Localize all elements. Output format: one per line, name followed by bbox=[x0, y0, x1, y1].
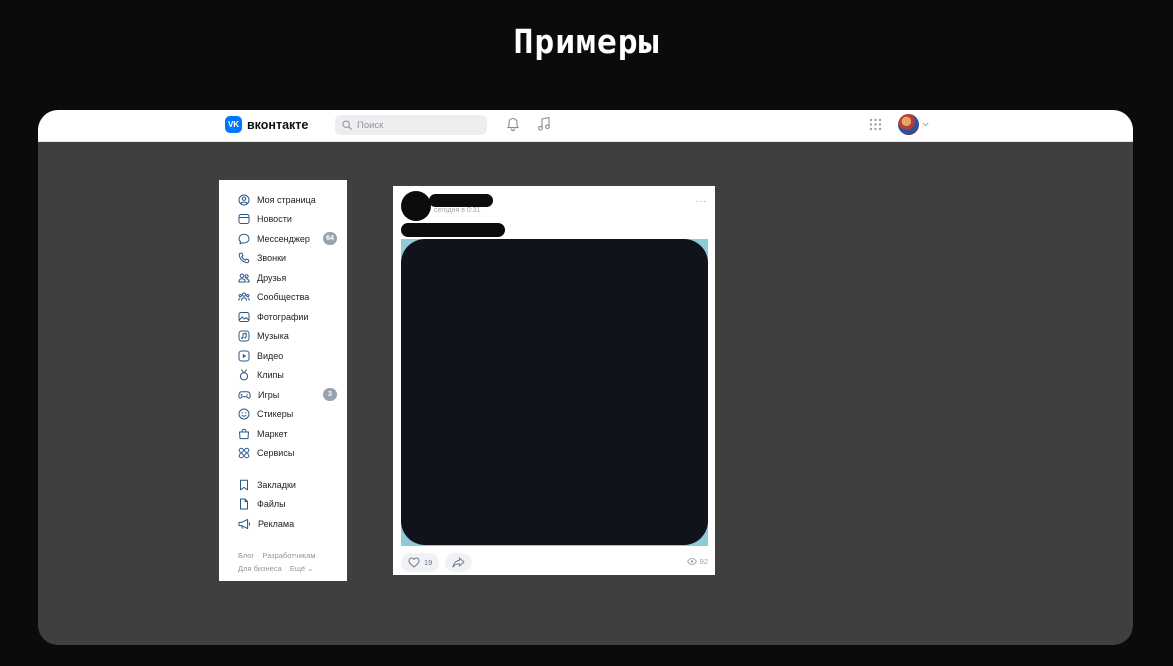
menu-item-files[interactable]: Файлы bbox=[219, 495, 347, 514]
avatar bbox=[898, 114, 919, 135]
file-icon bbox=[240, 498, 248, 510]
notifications-button[interactable] bbox=[506, 117, 520, 132]
clips-icon bbox=[239, 369, 249, 381]
share-icon bbox=[452, 557, 465, 568]
vk-logo-text: вконтакте bbox=[247, 117, 309, 132]
vk-logo-icon: VK bbox=[225, 116, 242, 133]
bookmark-icon bbox=[240, 479, 248, 490]
menu-label: Клипы bbox=[257, 370, 284, 380]
music-note-icon bbox=[538, 116, 550, 131]
games-badge: 3 bbox=[323, 388, 337, 401]
share-button[interactable] bbox=[445, 553, 472, 572]
menu-label: Видео bbox=[257, 350, 284, 361]
footer-link-more[interactable]: Ещё ⌄ bbox=[290, 564, 314, 573]
post-options-button[interactable]: ··· bbox=[696, 197, 708, 207]
menu-item-photos[interactable]: Фотографии bbox=[219, 307, 347, 326]
menu-label: Игры bbox=[258, 389, 280, 400]
redacted-post-text bbox=[401, 223, 505, 237]
search-input[interactable] bbox=[357, 119, 477, 131]
post-author-avatar[interactable] bbox=[401, 191, 431, 221]
menu-item-friends[interactable]: Друзья bbox=[219, 268, 347, 287]
menu-label: Стикеры bbox=[257, 409, 294, 419]
vk-logo[interactable]: VK вконтакте bbox=[225, 116, 308, 133]
music-icon bbox=[238, 330, 250, 342]
menu-item-market[interactable]: Маркет bbox=[219, 424, 347, 443]
menu-item-bookmarks[interactable]: Закладки bbox=[219, 475, 347, 494]
menu-item-communities[interactable]: Сообщества bbox=[219, 288, 347, 307]
like-button[interactable]: 19 bbox=[401, 553, 440, 572]
phone-icon bbox=[238, 252, 250, 264]
video-icon bbox=[238, 350, 250, 361]
browser-window: VK вконтакте Поиск Моя страница Новости … bbox=[38, 110, 1133, 645]
music-player-button[interactable] bbox=[537, 116, 551, 132]
footer-links-row-1: Блог Разработчикам bbox=[238, 551, 322, 560]
menu-item-news[interactable]: Новости bbox=[219, 210, 347, 229]
menu-item-clips[interactable]: Клипы bbox=[219, 366, 347, 385]
menu-item-video[interactable]: Видео bbox=[219, 346, 347, 365]
menu-label: Файлы bbox=[257, 499, 286, 509]
menu-label: Фотографии bbox=[257, 311, 309, 322]
redacted-image-overlay bbox=[401, 239, 708, 545]
views-indicator: 92 bbox=[686, 557, 708, 566]
footer-links-row-2: Для бизнеса Ещё ⌄ bbox=[238, 564, 320, 573]
bell-icon bbox=[507, 117, 519, 132]
menu-item-music[interactable]: Музыка bbox=[219, 327, 347, 346]
menu-item-stickers[interactable]: Стикеры bbox=[219, 405, 347, 424]
footer-link-developers[interactable]: Разработчикам bbox=[262, 551, 315, 560]
redacted-author-name bbox=[429, 194, 493, 207]
profile-menu-button[interactable] bbox=[898, 114, 929, 135]
footer-link-blog[interactable]: Блог bbox=[238, 551, 254, 560]
post-image[interactable] bbox=[401, 239, 708, 546]
news-icon bbox=[238, 214, 250, 224]
feed-post: сегодня в 0:31 ··· 19 92 bbox=[393, 186, 715, 575]
menu-label: Новости bbox=[257, 214, 292, 224]
footer-link-business[interactable]: Для бизнеса bbox=[238, 564, 282, 573]
menu-label: Закладки bbox=[257, 479, 296, 490]
communities-icon bbox=[238, 292, 250, 301]
menu-label: Музыка bbox=[257, 331, 289, 341]
message-icon bbox=[238, 233, 250, 244]
like-count: 19 bbox=[424, 558, 433, 567]
post-timestamp[interactable]: сегодня в 0:31 bbox=[434, 207, 481, 214]
views-count: 92 bbox=[699, 557, 708, 566]
menu-label: Мессенджер bbox=[257, 233, 310, 244]
user-circle-icon bbox=[238, 194, 250, 205]
menu-item-games[interactable]: Игры 3 bbox=[219, 385, 347, 404]
apps-button[interactable] bbox=[869, 118, 882, 131]
menu-label: Маркет bbox=[257, 428, 288, 439]
menu-item-my-page[interactable]: Моя страница bbox=[219, 190, 347, 209]
menu-item-messenger[interactable]: Мессенджер 64 bbox=[219, 229, 347, 248]
menu-item-ads[interactable]: Реклама bbox=[219, 514, 347, 533]
menu-label: Звонки bbox=[257, 253, 287, 263]
menu-item-services[interactable]: Сервисы bbox=[219, 444, 347, 463]
menu-label: Сообщества bbox=[257, 292, 310, 302]
photo-icon bbox=[238, 311, 250, 322]
eye-icon bbox=[686, 558, 697, 565]
menu-label: Сервисы bbox=[257, 448, 295, 458]
bag-icon bbox=[239, 428, 249, 439]
unread-badge: 64 bbox=[323, 232, 337, 245]
gamepad-icon bbox=[238, 390, 251, 399]
grid-icon bbox=[238, 447, 250, 459]
menu-label: Моя страница bbox=[257, 194, 316, 205]
chevron-down-icon bbox=[922, 122, 929, 127]
megaphone-icon bbox=[238, 518, 251, 529]
vk-header: VK вконтакте bbox=[38, 110, 1133, 142]
search-icon bbox=[342, 120, 352, 130]
left-menu: Моя страница Новости Мессенджер 64 Звонк… bbox=[219, 180, 347, 581]
search-box[interactable] bbox=[335, 115, 487, 135]
smile-icon bbox=[238, 408, 250, 420]
slide-title: Примеры bbox=[513, 22, 660, 61]
friends-icon bbox=[238, 273, 250, 282]
menu-label: Реклама bbox=[258, 518, 295, 529]
menu-label: Друзья bbox=[257, 272, 287, 283]
apps-grid-icon bbox=[869, 118, 882, 131]
heart-icon bbox=[408, 557, 420, 568]
menu-item-calls[interactable]: Звонки bbox=[219, 249, 347, 268]
